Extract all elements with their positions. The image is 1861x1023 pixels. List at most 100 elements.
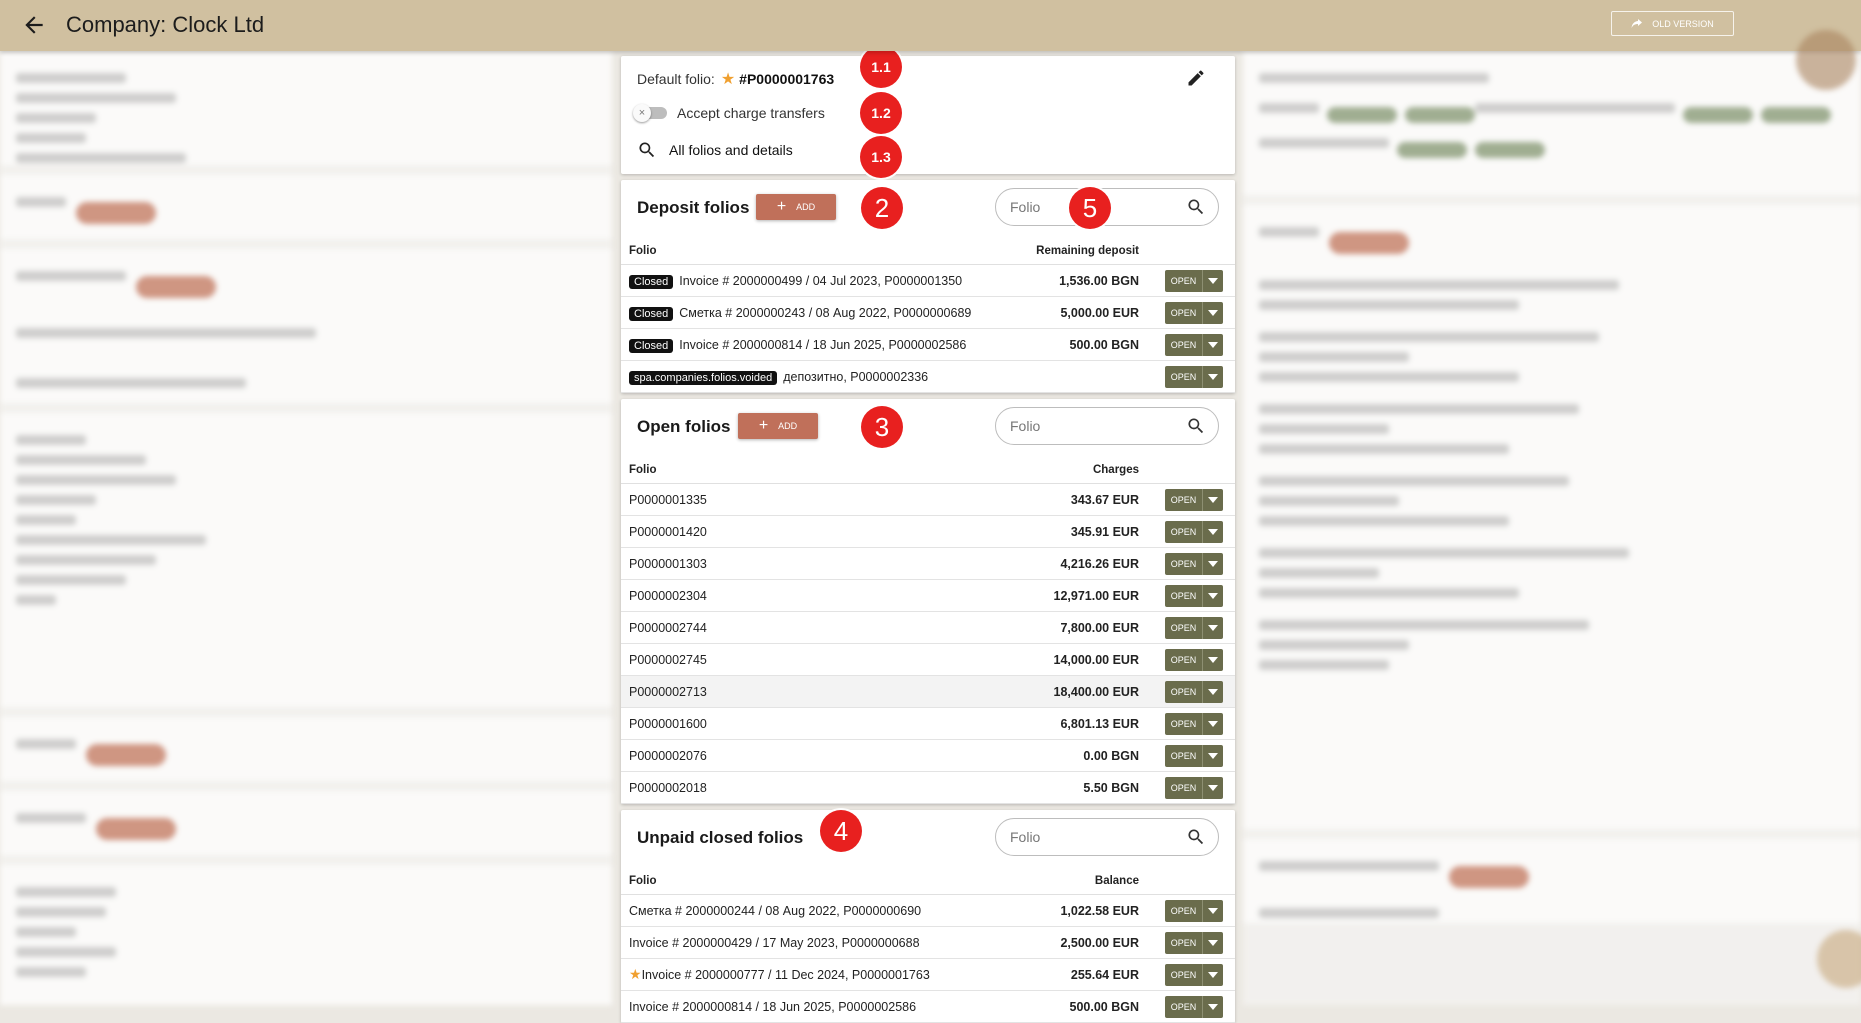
open-folio-button[interactable]: OPEN [1165, 680, 1223, 703]
folio-actions: OPEN [1157, 296, 1235, 329]
open-folio-button[interactable]: OPEN [1165, 899, 1223, 922]
blurred-left-panel [0, 51, 612, 1005]
chevron-down-icon[interactable] [1203, 900, 1223, 922]
unpaid-folio-search-input[interactable] [1008, 828, 1182, 846]
folio-row[interactable]: P0000001335 343.67 EUR OPEN [621, 483, 1235, 516]
folio-amount: 5.50 BGN [971, 771, 1157, 804]
open-folio-button[interactable]: OPEN [1165, 712, 1223, 735]
open-folio-button[interactable]: OPEN [1165, 931, 1223, 954]
chevron-down-icon[interactable] [1203, 366, 1223, 388]
accept-charge-transfers-toggle[interactable]: × [633, 104, 669, 122]
chevron-down-icon[interactable] [1203, 521, 1223, 543]
chevron-down-icon[interactable] [1203, 270, 1223, 292]
folio-row[interactable]: P0000002744 7,800.00 EUR OPEN [621, 611, 1235, 644]
folio-row[interactable]: P0000002713 18,400.00 EUR OPEN [621, 675, 1235, 708]
folio-cell: P0000001303 [621, 547, 971, 580]
folio-row[interactable]: spa.companies.folios.voided депозитно, P0… [621, 360, 1235, 393]
column-header-folio: Folio [621, 868, 971, 895]
folio-amount: 4,216.26 EUR [971, 547, 1157, 580]
search-icon[interactable] [1186, 827, 1206, 847]
annotation-marker-5: 5 [1069, 187, 1111, 229]
chevron-down-icon[interactable] [1203, 964, 1223, 986]
open-folio-button[interactable]: OPEN [1165, 584, 1223, 607]
folio-amount: 500.00 BGN [971, 990, 1157, 1023]
folio-row[interactable]: P0000001420 345.91 EUR OPEN [621, 515, 1235, 548]
folio-row[interactable]: Closed Invoice # 2000000499 / 04 Jul 2023… [621, 264, 1235, 297]
deposit-folios-table: Folio Remaining deposit Closed Invoice # … [621, 238, 1235, 393]
folio-row[interactable]: Сметка # 2000000244 / 08 Aug 2022, P0000… [621, 894, 1235, 927]
open-folio-button[interactable]: OPEN [1165, 333, 1224, 356]
folio-row[interactable]: P0000001600 6,801.13 EUR OPEN [621, 707, 1235, 740]
chevron-down-icon[interactable] [1203, 777, 1223, 799]
open-folio-button[interactable]: OPEN [1165, 269, 1224, 292]
open-folio-button[interactable]: OPEN [1165, 616, 1223, 639]
folio-row[interactable]: P0000002745 14,000.00 EUR OPEN [621, 643, 1235, 676]
chevron-down-icon[interactable] [1203, 334, 1223, 356]
folio-cell: Сметка # 2000000244 / 08 Aug 2022, P0000… [621, 894, 971, 927]
chevron-down-icon[interactable] [1203, 996, 1223, 1018]
old-version-button[interactable]: OLD VERSION [1611, 11, 1734, 36]
open-label: OPEN [1165, 520, 1203, 543]
open-folio-button[interactable]: OPEN [1165, 776, 1223, 799]
folio-amount [971, 360, 1158, 393]
default-folio-card: Default folio: ★ #P0000001763 1.1 × Acce… [621, 46, 1235, 178]
folio-actions: OPEN [1157, 894, 1235, 927]
default-folio-value[interactable]: #P0000001763 [739, 71, 834, 87]
add-label: ADD [796, 202, 816, 212]
folio-row[interactable]: Closed Invoice # 2000000814 / 18 Jun 2025… [621, 328, 1235, 361]
unpaid-folio-search[interactable] [995, 818, 1219, 856]
open-folio-button[interactable]: OPEN [1165, 744, 1223, 767]
all-folios-link[interactable]: All folios and details [637, 140, 793, 160]
open-folio-button[interactable]: OPEN [1165, 301, 1224, 324]
add-open-folio-button[interactable]: + ADD [738, 413, 818, 439]
annotation-marker-1-2: 1.2 [860, 92, 902, 134]
open-folio-search[interactable] [995, 407, 1219, 445]
folio-row[interactable]: P0000002304 12,971.00 EUR OPEN [621, 579, 1235, 612]
search-icon [639, 142, 655, 158]
folio-cell: Closed Invoice # 2000000814 / 18 Jun 2025… [621, 328, 972, 361]
column-header-remaining-deposit: Remaining deposit [971, 238, 1158, 265]
chevron-down-icon[interactable] [1203, 302, 1223, 324]
open-folios-card: Open folios + ADD 3 Folio Charges P00000… [621, 399, 1235, 804]
search-icon[interactable] [1186, 416, 1206, 436]
folio-row[interactable]: P0000002018 5.50 BGN OPEN [621, 771, 1235, 804]
folio-row[interactable]: P0000002076 0.00 BGN OPEN [621, 739, 1235, 772]
folio-row[interactable]: Closed Сметка # 2000000243 / 08 Aug 2022,… [621, 296, 1235, 329]
chevron-down-icon[interactable] [1203, 713, 1223, 735]
open-label: OPEN [1165, 712, 1203, 735]
open-folio-search-input[interactable] [1008, 417, 1182, 435]
chevron-down-icon[interactable] [1203, 489, 1223, 511]
folio-description: P0000001600 [629, 716, 707, 731]
floating-action-button[interactable] [1796, 30, 1856, 90]
folio-row[interactable]: Invoice # 2000000814 / 18 Jun 2025, P000… [621, 990, 1235, 1023]
unpaid-folios-header: Unpaid closed folios 4 [621, 810, 1235, 868]
chevron-down-icon[interactable] [1203, 745, 1223, 767]
open-folio-button[interactable]: OPEN [1165, 552, 1223, 575]
chevron-down-icon[interactable] [1203, 681, 1223, 703]
add-deposit-folio-button[interactable]: + ADD [756, 194, 836, 220]
chevron-down-icon[interactable] [1203, 932, 1223, 954]
folio-row[interactable]: ★Invoice # 2000000777 / 11 Dec 2024, P00… [621, 958, 1235, 991]
open-folio-button[interactable]: OPEN [1165, 365, 1224, 388]
open-folio-button[interactable]: OPEN [1165, 963, 1223, 986]
open-folio-button[interactable]: OPEN [1165, 520, 1223, 543]
chevron-down-icon[interactable] [1203, 585, 1223, 607]
share-arrow-icon [1631, 18, 1643, 28]
edit-pencil-icon[interactable] [1186, 68, 1206, 88]
open-folio-button[interactable]: OPEN [1165, 648, 1223, 671]
chevron-down-icon[interactable] [1203, 617, 1223, 639]
folio-row[interactable]: Invoice # 2000000429 / 17 May 2023, P000… [621, 926, 1235, 959]
back-arrow-icon[interactable] [20, 12, 48, 38]
folio-amount: 5,000.00 EUR [971, 296, 1158, 329]
open-folio-button[interactable]: OPEN [1165, 488, 1223, 511]
folio-amount: 12,971.00 EUR [971, 579, 1157, 612]
open-folio-button[interactable]: OPEN [1165, 995, 1223, 1018]
chevron-down-icon[interactable] [1203, 649, 1223, 671]
folio-row[interactable]: P0000001303 4,216.26 EUR OPEN [621, 547, 1235, 580]
chevron-down-icon[interactable] [1203, 553, 1223, 575]
deposit-folios-card: Deposit folios + ADD 2 5 Folio Remaining… [621, 180, 1235, 393]
folio-description: Invoice # 2000000814 / 18 Jun 2025, P000… [679, 337, 967, 352]
folio-amount: 18,400.00 EUR [971, 675, 1157, 708]
folio-actions: OPEN [1157, 547, 1235, 580]
search-icon[interactable] [1186, 197, 1206, 217]
